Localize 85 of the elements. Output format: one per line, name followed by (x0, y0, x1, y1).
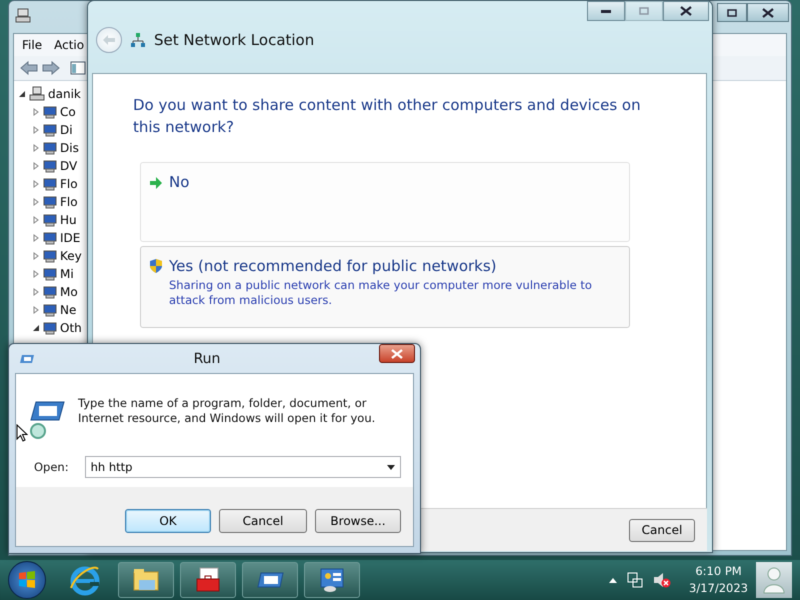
open-combo-field[interactable]: hh http (84, 456, 401, 478)
device-icon (43, 141, 57, 155)
toolbox-taskbar-button[interactable] (180, 562, 236, 598)
dialog-title: Run (192, 350, 222, 366)
back-arrow-icon (102, 34, 116, 46)
close-button[interactable] (379, 344, 415, 363)
minimize-button[interactable] (587, 1, 625, 21)
forward-button[interactable] (42, 61, 60, 75)
menu-item[interactable]: Actio (54, 38, 84, 52)
tree-item[interactable]: Di (60, 123, 73, 137)
tree-item[interactable]: Ne (60, 303, 76, 317)
maximize-icon (727, 8, 737, 16)
close-icon (391, 348, 403, 358)
toolbox-icon (194, 566, 222, 594)
close-icon (680, 6, 692, 16)
network-icon (627, 572, 644, 588)
windows-logo-icon (18, 571, 36, 589)
device-icon (43, 105, 57, 119)
tree-item[interactable]: Flo (60, 195, 78, 209)
tree-item[interactable]: Co (60, 105, 76, 119)
show-hidden-icons-button[interactable] (609, 578, 618, 582)
option-title: No (169, 173, 190, 191)
field-label: Open: (34, 460, 69, 474)
up-arrow-icon (609, 578, 618, 582)
instruction-text: Type the name of a program, folder, document, or Internet resource, and Windows will open it for you. (78, 396, 376, 427)
dialog-title: Set Network Location (154, 31, 314, 49)
device-icon (43, 303, 57, 317)
network-icon (130, 32, 146, 48)
tree-item[interactable]: Mi (60, 267, 74, 281)
user-silhouette-icon (763, 566, 785, 594)
device-icon (43, 249, 57, 263)
back-button[interactable] (20, 61, 38, 75)
tree-item[interactable]: Dis (60, 141, 79, 155)
device-icon (43, 267, 57, 281)
tree-item[interactable]: Mo (60, 285, 78, 299)
dialog-button[interactable]: OK (125, 508, 211, 532)
control-panel-taskbar-button[interactable] (304, 562, 360, 598)
device-icon (43, 159, 57, 173)
tree-item[interactable]: Hu (60, 213, 77, 227)
tree-item[interactable]: DV (60, 159, 78, 173)
menu-item[interactable]: File (22, 38, 42, 52)
close-button[interactable] (663, 1, 709, 21)
close-button[interactable] (747, 3, 789, 22)
start-button[interactable] (8, 561, 46, 599)
tree-item[interactable]: Oth (60, 321, 82, 335)
device-icon (43, 195, 57, 209)
device-icon (43, 123, 57, 137)
control-panel-icon (318, 566, 346, 594)
device-icon (43, 285, 57, 299)
device-icon (43, 213, 57, 227)
device-icon (43, 321, 57, 335)
dialog-button[interactable]: Cancel (219, 508, 307, 532)
maximize-button[interactable] (717, 3, 747, 22)
clock-date: 3/17/2023 (689, 580, 748, 597)
device-icon (43, 177, 57, 191)
clock-time: 6:10 PM (695, 563, 742, 580)
shield-icon (149, 258, 163, 274)
option-link[interactable]: No (140, 162, 630, 242)
computer-icon (29, 86, 45, 102)
run-taskbar-button[interactable] (242, 562, 298, 598)
run-window-icon (19, 352, 35, 364)
tree-item[interactable]: Key (60, 249, 82, 263)
file-explorer-taskbar-button[interactable] (118, 562, 174, 598)
back-arrow-icon (20, 61, 38, 75)
question-text: Do you want to share content with other computers and devices on this network? (133, 95, 642, 138)
option-description: Sharing on a public network can make your computer more vulnerable to attack from malicious users. (169, 278, 593, 308)
option-title: Yes (not recommended for public networks) (169, 257, 498, 275)
browser-taskbar-button[interactable] (68, 564, 102, 596)
forward-arrow-icon (42, 61, 60, 75)
maximize-icon (639, 7, 649, 15)
tree-item[interactable]: Flo (60, 177, 78, 191)
close-icon (762, 8, 774, 18)
tree-item[interactable]: IDE (60, 231, 80, 245)
arrow-icon (149, 176, 163, 190)
dialog-button[interactable]: Browse... (315, 508, 401, 532)
minimize-icon (600, 8, 612, 14)
console-tree-icon (70, 61, 86, 75)
muted-speaker-icon (653, 572, 672, 588)
browser-e-icon (68, 564, 102, 596)
option-link[interactable]: Yes (not recommended for public networks) Sharing on a public network can make your computer more vulnerable to attack from malicious users. (140, 246, 630, 328)
dropdown-caret-icon (387, 464, 395, 470)
tree-item[interactable]: danik (48, 87, 81, 101)
input-text: hh http (90, 460, 132, 474)
device-icon (43, 231, 57, 245)
cancel-button[interactable]: Cancel (629, 518, 695, 542)
